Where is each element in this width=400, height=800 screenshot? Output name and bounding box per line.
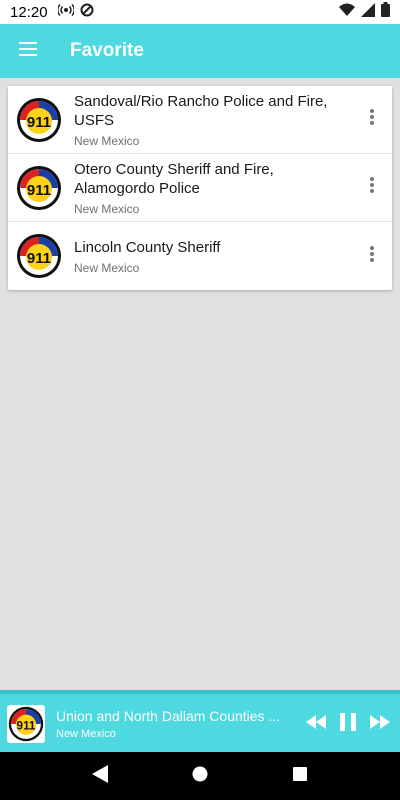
list-item[interactable]: 911 Otero County Sheriff and Fire, Alamo… xyxy=(8,154,392,222)
pause-button[interactable] xyxy=(336,712,360,736)
mini-player[interactable]: 911 Union and North Dallam Counties ... … xyxy=(0,690,400,754)
svg-text:911: 911 xyxy=(17,719,36,732)
item-title: Otero County Sheriff and Fire, Alamogord… xyxy=(74,160,274,197)
page-title: Favorite xyxy=(70,40,144,61)
item-subtitle: New Mexico xyxy=(74,260,140,275)
list-item[interactable]: 911 Lincoln County Sheriff New Mexico xyxy=(8,222,392,290)
signal-icon xyxy=(361,2,375,22)
recents-icon xyxy=(293,766,307,786)
svg-text:911: 911 xyxy=(27,114,51,131)
item-title: Lincoln County Sheriff xyxy=(74,238,221,256)
911-logo-icon: 911 xyxy=(16,165,62,211)
item-title: Sandoval/Rio Rancho Police and Fire, USF… xyxy=(74,92,328,129)
app-bar: Favorite xyxy=(0,24,400,78)
back-button[interactable] xyxy=(80,756,120,796)
item-menu-button[interactable] xyxy=(352,164,392,212)
fast-forward-icon xyxy=(370,714,390,734)
item-subtitle: New Mexico xyxy=(74,133,140,148)
911-logo-icon: 911 xyxy=(7,705,45,743)
status-bar: 12:20 xyxy=(0,0,400,24)
home-icon xyxy=(192,766,208,787)
recents-button[interactable] xyxy=(280,756,320,796)
911-logo-icon: 911 xyxy=(16,97,62,143)
back-icon xyxy=(92,764,108,788)
player-subtitle: New Mexico xyxy=(56,728,116,740)
more-vert-icon xyxy=(370,109,374,130)
911-logo-icon: 911 xyxy=(16,233,62,279)
status-time: 12:20 xyxy=(10,3,48,21)
rewind-icon xyxy=(306,714,326,734)
list-item[interactable]: 911 Sandoval/Rio Rancho Police and Fire,… xyxy=(8,86,392,154)
no-disturb-icon xyxy=(80,3,94,22)
more-vert-icon xyxy=(370,245,374,267)
item-subtitle: New Mexico xyxy=(74,201,140,216)
battery-icon xyxy=(381,2,390,22)
wifi-icon xyxy=(339,3,355,22)
player-title: Union and North Dallam Counties ... xyxy=(56,708,281,724)
more-vert-icon xyxy=(370,177,374,198)
rewind-button[interactable] xyxy=(304,712,328,736)
item-menu-button[interactable] xyxy=(352,96,392,144)
hamburger-menu-icon xyxy=(19,41,37,61)
pause-icon xyxy=(340,712,356,736)
item-menu-button[interactable] xyxy=(352,232,392,280)
favorites-list: 911 Sandoval/Rio Rancho Police and Fire,… xyxy=(8,86,392,290)
menu-button[interactable] xyxy=(0,24,56,78)
home-button[interactable] xyxy=(180,756,220,796)
svg-text:911: 911 xyxy=(27,250,51,267)
system-nav-bar xyxy=(0,752,400,800)
fast-forward-button[interactable] xyxy=(368,712,392,736)
svg-text:911: 911 xyxy=(27,182,51,199)
radio-broadcast-icon xyxy=(56,3,75,22)
